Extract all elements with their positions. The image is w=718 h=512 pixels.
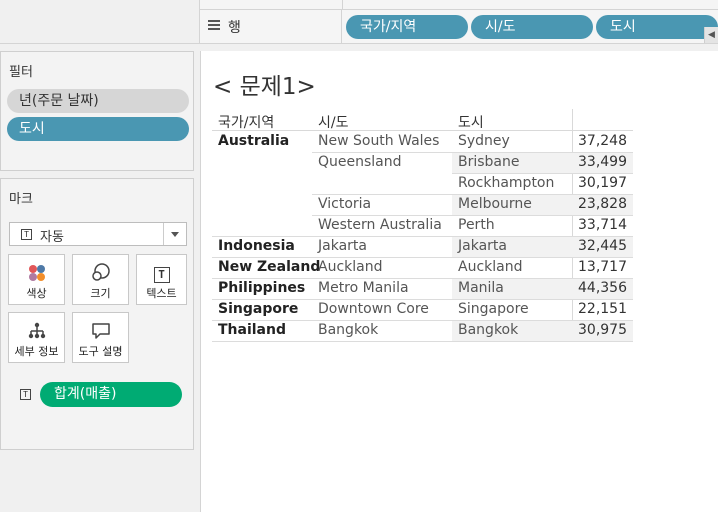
cell-sales-value[interactable]: 44,356 [578, 278, 627, 299]
cell-country[interactable]: Philippines [218, 278, 305, 299]
cell-sales-value[interactable]: 30,975 [578, 320, 627, 341]
row-pill-state[interactable]: 시/도 [471, 15, 593, 39]
text-button[interactable]: T 텍스트 [136, 254, 187, 305]
cell-city[interactable]: Brisbane [458, 152, 520, 173]
value-column-divider [572, 109, 573, 339]
chevron-down-icon[interactable] [171, 232, 179, 237]
text-icon: T [137, 263, 186, 283]
cell-country[interactable]: Singapore [218, 299, 298, 320]
cell-sales-value[interactable]: 32,445 [578, 236, 627, 257]
cell-sales-value[interactable]: 13,717 [578, 257, 627, 278]
cell-state[interactable]: New South Wales [318, 131, 439, 152]
tooltip-label: 도구 설명 [78, 345, 123, 358]
cell-state[interactable]: Downtown Core [318, 299, 429, 320]
color-button[interactable]: 색상 [8, 254, 65, 305]
rows-shelf-label-area: 행 [200, 10, 342, 44]
color-label: 색상 [26, 287, 47, 300]
cell-sales-value[interactable]: 23,828 [578, 194, 627, 215]
cell-city[interactable]: Auckland [458, 257, 522, 278]
cell-state[interactable]: Western Australia [318, 215, 442, 236]
cell-state[interactable]: Jakarta [318, 236, 367, 257]
cell-state[interactable]: Victoria [318, 194, 371, 215]
cell-city[interactable]: Perth [458, 215, 495, 236]
text-mark-icon: T [21, 229, 32, 240]
columns-shelf[interactable] [200, 0, 718, 10]
cell-sales-value[interactable]: 33,714 [578, 215, 627, 236]
size-label: 크기 [90, 287, 111, 300]
marks-card: 마크 T 자동 색상 크기 T 텍스트 세부 정보 도구 설명 T 합계(매출) [0, 178, 194, 450]
cell-sales-value[interactable]: 22,151 [578, 299, 627, 320]
cell-sales-value[interactable]: 37,248 [578, 131, 627, 152]
detail-button[interactable]: 세부 정보 [8, 312, 65, 363]
cell-city[interactable]: Sydney [458, 131, 510, 152]
cell-city[interactable]: Bangkok [458, 320, 518, 341]
top-left-blank [0, 0, 200, 44]
cell-country[interactable]: Thailand [218, 320, 286, 341]
cell-city[interactable]: Melbourne [458, 194, 532, 215]
mark-type-dropdown[interactable]: T 자동 [9, 222, 187, 246]
rows-list-icon [208, 20, 220, 32]
marks-title: 마크 [9, 192, 33, 207]
row-pill-country[interactable]: 국가/지역 [346, 15, 468, 39]
table-bottom-border [212, 341, 633, 342]
cell-sales-value[interactable]: 33,499 [578, 152, 627, 173]
filter-pill-order-year[interactable]: 년(주문 날짜) [7, 89, 189, 113]
worksheet-view: < 문제1> 국가/지역 시/도 도시 Australia New South W… [200, 51, 718, 512]
cell-country[interactable]: New Zealand [218, 257, 320, 278]
text-encoding-icon: T [20, 389, 31, 400]
cell-country[interactable]: Australia [218, 131, 289, 152]
scroll-left-icon[interactable]: ◀ [704, 27, 718, 43]
detail-label: 세부 정보 [14, 345, 59, 358]
sheet-title: < 문제1> [213, 74, 316, 100]
rows-label: 행 [228, 20, 241, 36]
rows-shelf[interactable]: 행 국가/지역 시/도 도시 ◀ [200, 10, 718, 44]
cell-city[interactable]: Singapore [458, 299, 529, 320]
row-pill-city[interactable]: 도시 [596, 15, 718, 39]
cell-city[interactable]: Rockhampton [458, 173, 554, 194]
size-icon [73, 263, 128, 283]
filters-title: 필터 [9, 65, 33, 80]
mark-type-label: 자동 [40, 230, 64, 245]
tooltip-button[interactable]: 도구 설명 [72, 312, 129, 363]
filter-pill-city[interactable]: 도시 [7, 117, 189, 141]
size-button[interactable]: 크기 [72, 254, 129, 305]
cell-country[interactable]: Indonesia [218, 236, 295, 257]
cell-city[interactable]: Manila [458, 278, 504, 299]
cell-city[interactable]: Jakarta [458, 236, 507, 257]
text-label: 텍스트 [146, 287, 177, 300]
dropdown-separator [163, 223, 164, 245]
detail-icon [9, 321, 64, 341]
color-icon [9, 263, 64, 283]
filters-card: 필터 년(주문 날짜) 도시 [0, 51, 194, 171]
cell-state[interactable]: Auckland [318, 257, 382, 278]
tooltip-icon [73, 321, 128, 341]
cell-state[interactable]: Queensland [318, 152, 402, 173]
cell-sales-value[interactable]: 30,197 [578, 173, 627, 194]
cell-state[interactable]: Metro Manila [318, 278, 409, 299]
cell-state[interactable]: Bangkok [318, 320, 378, 341]
measure-pill-sum-sales[interactable]: 합계(매출) [40, 382, 182, 407]
